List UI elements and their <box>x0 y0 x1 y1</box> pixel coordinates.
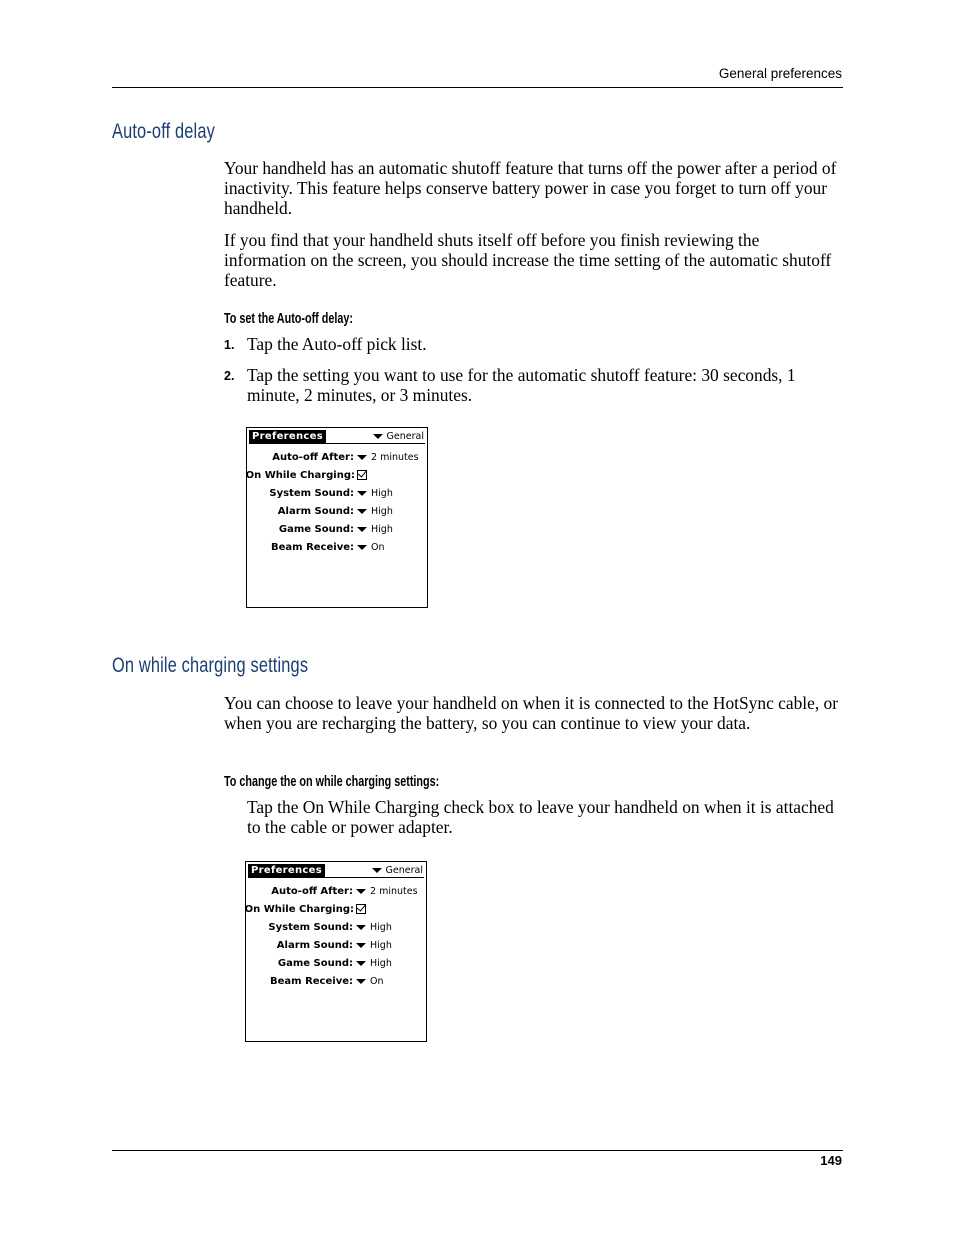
instruction-text: Tap the On While Charging check box to l… <box>247 797 834 837</box>
checkbox-checked-icon <box>356 903 366 914</box>
setting-label: On While Charging: <box>245 470 355 481</box>
setting-value: On <box>370 976 384 987</box>
setting-value: High <box>370 940 392 951</box>
setting-value: High <box>370 922 392 933</box>
dropdown-triangle-icon <box>357 527 367 532</box>
setting-row: Alarm Sound: High <box>246 938 426 954</box>
category-label: General <box>385 865 423 876</box>
dropdown-triangle-icon <box>357 509 367 514</box>
setting-label: System Sound: <box>269 488 354 499</box>
setting-label: Game Sound: <box>277 958 353 969</box>
title-rule <box>248 877 424 878</box>
setting-row: Auto-off After: 2 minutes <box>247 450 427 466</box>
header-rule <box>112 87 843 88</box>
running-header: General preferences <box>718 66 842 81</box>
section-heading-auto-off: Auto-off delay <box>112 120 215 143</box>
section-heading-on-while-charging: On while charging settings <box>112 654 309 677</box>
setting-value: High <box>370 958 392 969</box>
dropdown-triangle-icon <box>356 961 366 966</box>
page-number: 149 <box>820 1153 842 1168</box>
step-text: Tap the setting you want to use for the … <box>247 365 796 405</box>
setting-row: System Sound: High <box>247 486 427 502</box>
setting-row: Game Sound: High <box>246 956 426 972</box>
footer-rule <box>112 1150 843 1151</box>
setting-label: Auto-off After: <box>272 452 354 463</box>
setting-row: Beam Receive: On <box>247 540 427 556</box>
setting-label: System Sound: <box>268 922 353 933</box>
dropdown-triangle-icon <box>356 979 366 984</box>
setting-label: Auto-off After: <box>271 886 353 897</box>
dropdown-triangle-icon <box>356 943 366 948</box>
dropdown-triangle-icon <box>357 491 367 496</box>
paragraph: You can choose to leave your handheld on… <box>224 693 838 733</box>
dropdown-triangle-icon <box>371 868 382 873</box>
paragraph: If you find that your handheld shuts its… <box>224 230 832 290</box>
setting-value: High <box>371 524 393 535</box>
procedure-title: To change the on while charging settings… <box>224 773 440 790</box>
setting-value: On <box>371 542 385 553</box>
setting-label: Alarm Sound: <box>277 506 354 517</box>
setting-label: Alarm Sound: <box>276 940 353 951</box>
setting-value: High <box>371 488 393 499</box>
dropdown-triangle-icon <box>356 925 366 930</box>
dropdown-triangle-icon <box>356 889 366 894</box>
setting-row: Beam Receive: On <box>246 974 426 990</box>
setting-value: 2 minutes <box>371 452 419 463</box>
setting-value: 2 minutes <box>370 886 418 897</box>
setting-row: On While Charging: <box>245 468 427 484</box>
screen-title: Preferences <box>249 430 326 444</box>
step-text: Tap the Auto-off pick list. <box>247 334 427 354</box>
setting-row: System Sound: High <box>246 920 426 936</box>
procedure-title: To set the Auto-off delay: <box>224 310 354 327</box>
setting-row: On While Charging: <box>244 902 426 918</box>
screen-title: Preferences <box>248 864 325 878</box>
paragraph: Your handheld has an automatic shutoff f… <box>224 158 837 218</box>
title-rule <box>249 443 425 444</box>
checkbox-checked-icon <box>357 469 367 480</box>
dropdown-triangle-icon <box>357 545 367 550</box>
dropdown-triangle-icon <box>357 455 367 460</box>
setting-label: Beam Receive: <box>270 976 353 987</box>
setting-label: Game Sound: <box>278 524 354 535</box>
setting-row: Auto-off After: 2 minutes <box>246 884 426 900</box>
setting-row: Alarm Sound: High <box>247 504 427 520</box>
category-picklist: General <box>372 430 424 443</box>
setting-value: High <box>371 506 393 517</box>
dropdown-triangle-icon <box>372 434 383 439</box>
step-number: 2. <box>224 369 235 383</box>
category-label: General <box>386 431 424 442</box>
setting-label: Beam Receive: <box>271 542 354 553</box>
step-number: 1. <box>224 338 235 352</box>
setting-row: Game Sound: High <box>247 522 427 538</box>
setting-label: On While Charging: <box>244 904 354 915</box>
preferences-screenshot: Preferences General Auto-off After: 2 min… <box>245 861 427 1042</box>
preferences-screenshot: Preferences General Auto-off After: 2 min… <box>246 427 428 608</box>
category-picklist: General <box>371 864 423 877</box>
